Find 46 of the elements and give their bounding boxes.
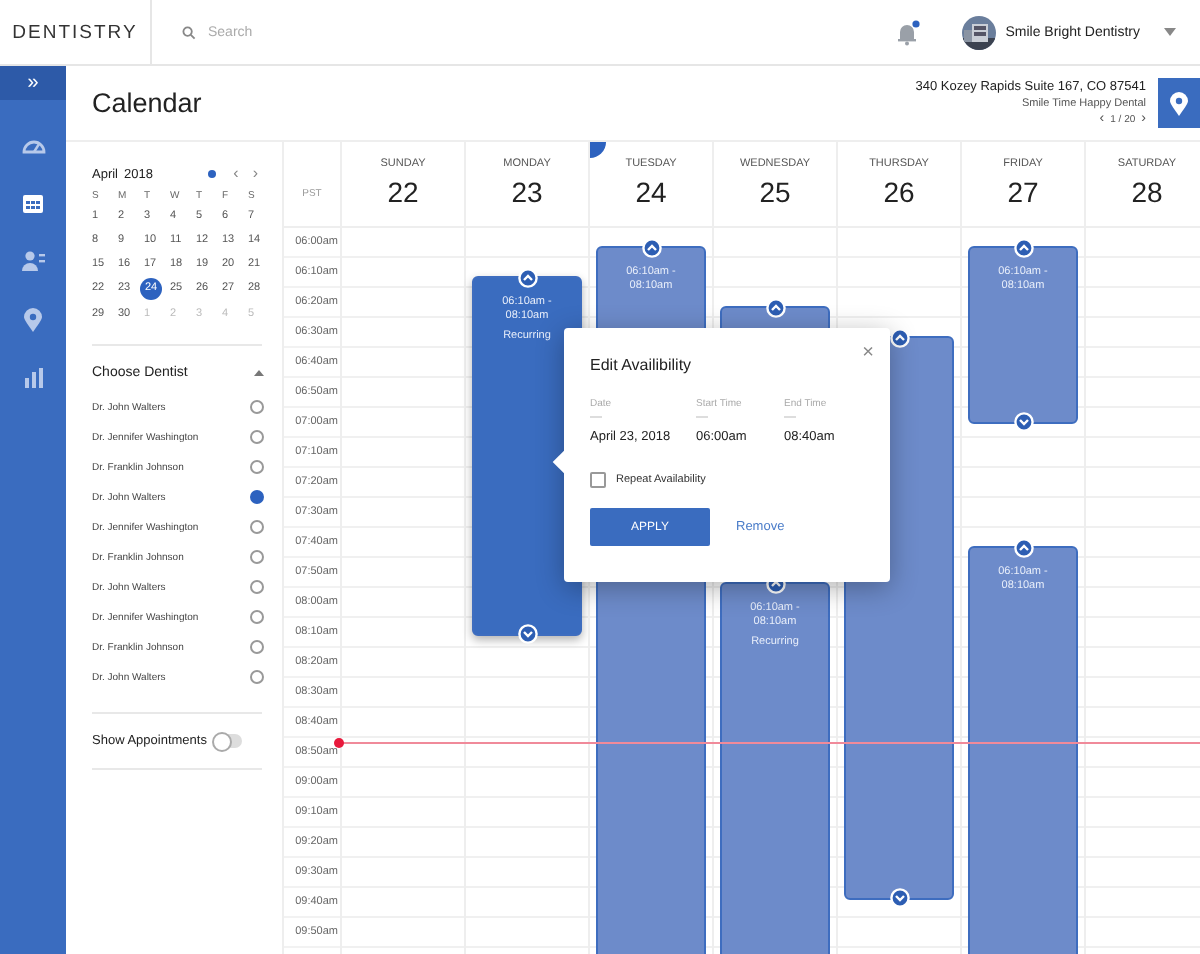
radio-button[interactable] (250, 670, 264, 684)
chevron-down-icon[interactable] (889, 888, 909, 908)
location-button[interactable] (1158, 78, 1200, 128)
location-pin-icon (1170, 91, 1188, 115)
chevron-up-icon[interactable] (641, 238, 661, 258)
caret-icon[interactable] (1164, 28, 1176, 36)
next-month-button[interactable]: › (248, 166, 262, 182)
person-icon (21, 250, 45, 272)
chevron-up-icon[interactable] (765, 298, 785, 318)
dialog-title: Edit Availibility (590, 356, 692, 374)
page-title: Calendar (92, 88, 202, 118)
today-dot[interactable] (207, 170, 216, 178)
expand-button[interactable]: » (0, 66, 66, 100)
chevron-down-icon[interactable] (1013, 411, 1033, 431)
toggle-switch[interactable] (214, 734, 243, 748)
date-number: 27 (1007, 176, 1039, 208)
radio-button[interactable] (250, 430, 264, 444)
gauge-icon (21, 136, 45, 154)
radio-button[interactable] (250, 400, 264, 414)
chevron-up-icon[interactable] (889, 328, 909, 348)
previous-month-button[interactable]: ‹ (229, 166, 243, 182)
checkbox[interactable] (590, 472, 606, 488)
radio-button[interactable] (250, 520, 264, 534)
radio-button[interactable] (250, 550, 264, 564)
radio-button[interactable] (250, 640, 264, 654)
date-number: 25 (759, 176, 791, 208)
bar-chart-icon (23, 367, 43, 387)
logo: DENTISTRY (12, 21, 138, 43)
date-number: 22 (387, 176, 419, 208)
date-number: 26 (883, 176, 915, 208)
radio-button[interactable] (250, 580, 264, 594)
close-button[interactable]: × (862, 344, 874, 364)
chevron-up-icon[interactable] (1013, 538, 1033, 558)
date-number: 23 (511, 176, 543, 208)
location-pin-icon (24, 307, 42, 331)
radio-button[interactable] (250, 610, 264, 624)
chevron-down-icon[interactable] (517, 624, 537, 644)
date-number: 28 (1131, 176, 1163, 208)
chevron-up-icon[interactable] (517, 268, 537, 288)
bell-icon[interactable] (895, 19, 920, 45)
calendar-icon (22, 192, 44, 214)
chevron-up-icon[interactable] (1013, 238, 1033, 258)
date-number: 24 (635, 176, 667, 208)
radio-button[interactable] (250, 490, 264, 504)
radio-button[interactable] (250, 460, 264, 474)
search-icon (182, 25, 196, 39)
